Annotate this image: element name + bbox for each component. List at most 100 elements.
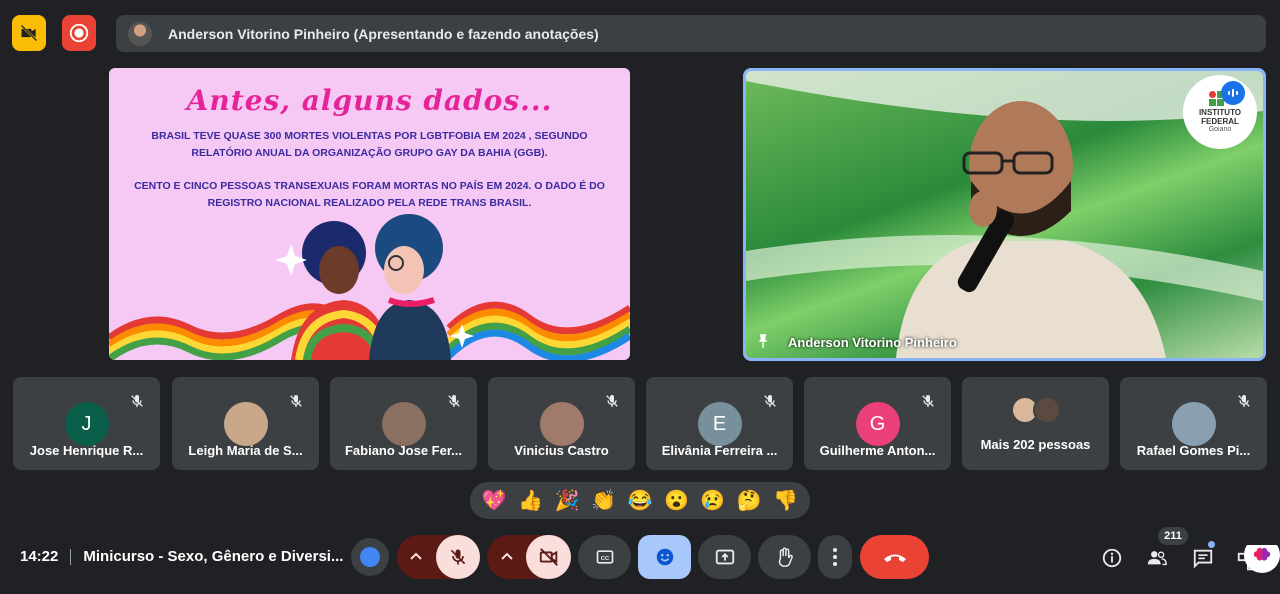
presenter-bar: Anderson Vitorino Pinheiro (Apresentando… — [116, 15, 1266, 52]
meeting-title: Minicurso - Sexo, Gênero e Diversi... — [83, 548, 344, 565]
chat-button[interactable] — [1190, 541, 1216, 571]
participant-tile[interactable]: E Elivânia Ferreira ... — [646, 377, 793, 470]
raise-hand-button[interactable] — [758, 535, 811, 579]
present-icon — [715, 549, 734, 565]
institute-logo: INSTITUTO FEDERAL Goiano — [1183, 75, 1257, 149]
video-options-button[interactable] — [487, 535, 526, 579]
mic-off-icon — [131, 395, 143, 407]
avatar — [1032, 396, 1061, 424]
presenter-avatar — [128, 21, 152, 46]
people-icon — [1147, 551, 1167, 566]
people-button[interactable] — [1144, 545, 1170, 571]
reaction-thinking[interactable]: 🤔 — [734, 488, 764, 513]
brain-icon — [1253, 547, 1271, 561]
svg-text:CC: CC — [600, 556, 609, 562]
reaction-sad[interactable]: 😢 — [698, 488, 728, 513]
participant-tile[interactable]: Fabiano Jose Fer... — [330, 377, 477, 470]
presenter-status-text: Anderson Vitorino Pinheiro (Apresentando… — [168, 25, 599, 42]
participant-mic-status — [443, 390, 465, 412]
participant-avatar — [1171, 402, 1216, 446]
pin-icon[interactable] — [754, 332, 772, 350]
presentation-slide: Antes, alguns dados... BRASIL TEVE QUASE… — [109, 68, 630, 360]
slide-illustration — [109, 214, 630, 360]
emoji-icon — [656, 548, 673, 566]
meeting-info: 14:22 Minicurso - Sexo, Gênero e Diversi… — [20, 548, 343, 565]
leave-call-button[interactable] — [860, 535, 929, 579]
mic-off-icon — [448, 395, 460, 407]
more-options-button[interactable] — [818, 535, 852, 579]
activities-button[interactable] — [1236, 545, 1280, 579]
mic-off-icon — [450, 549, 466, 565]
reactions-button[interactable] — [638, 535, 691, 579]
participant-name: Vinicius Castro — [514, 443, 609, 458]
logo-line-2: FEDERAL — [1201, 116, 1239, 126]
logo-line-1: INSTITUTO — [1198, 107, 1242, 117]
reactions-bar: 💖 👍 🎉 👏 😂 😮 😢 🤔 👎 — [470, 482, 810, 519]
participant-name: Leigh Maria de S... — [188, 443, 303, 458]
present-button[interactable] — [698, 535, 751, 579]
participant-mic-status — [917, 390, 939, 412]
captions-icon: CC — [596, 550, 613, 564]
divider — [70, 548, 72, 565]
self-avatar — [360, 547, 380, 567]
hand-icon — [778, 547, 793, 567]
mic-off-icon — [290, 395, 302, 407]
recording-button[interactable] — [62, 15, 96, 51]
participant-tile[interactable]: Rafael Gomes Pi... — [1120, 377, 1267, 470]
slide-title: Antes, alguns dados... — [186, 84, 553, 117]
reaction-clapping[interactable]: 👏 — [589, 488, 619, 513]
info-icon — [1102, 548, 1122, 568]
participant-name: Guilherme Anton... — [819, 443, 936, 458]
self-view-button[interactable] — [350, 535, 390, 579]
participant-name: Fabiano Jose Fer... — [344, 443, 463, 458]
speaking-indicator — [1221, 81, 1245, 105]
speaker-name: Anderson Vitorino Pinheiro — [788, 335, 957, 350]
people-count-badge: 211 — [1158, 527, 1188, 545]
participant-name: Elivânia Ferreira ... — [661, 443, 778, 458]
participant-tile[interactable]: J Jose Henrique R... — [13, 377, 160, 470]
meeting-time: 14:22 — [20, 548, 59, 565]
participant-name: Mais 202 pessoas — [980, 437, 1091, 452]
self-view-circle — [351, 538, 389, 576]
camera-toggle-button[interactable] — [526, 535, 571, 579]
reaction-laughing[interactable]: 😂 — [625, 488, 655, 513]
reaction-sparkling-heart[interactable]: 💖 — [479, 488, 509, 513]
chat-icon — [1193, 549, 1213, 569]
participant-mic-status — [1233, 390, 1255, 412]
participant-avatar — [1006, 395, 1066, 425]
reaction-thumbs-up[interactable]: 👍 — [516, 488, 546, 513]
participant-avatar — [223, 402, 268, 446]
chevron-up-icon — [500, 552, 513, 560]
mic-toggle-button[interactable] — [435, 535, 480, 579]
participant-tile[interactable]: Mais 202 pessoas — [962, 377, 1109, 470]
participant-avatar: J — [64, 402, 109, 446]
chevron-up-icon — [410, 552, 423, 560]
reaction-thumbs-down[interactable]: 👎 — [771, 488, 801, 513]
camera-off-icon — [20, 24, 38, 42]
participant-tile[interactable]: G Guilherme Anton... — [804, 377, 951, 470]
participant-name: Rafael Gomes Pi... — [1136, 443, 1251, 458]
mic-control-group — [397, 535, 480, 579]
record-icon — [69, 23, 89, 43]
video-off-icon — [539, 548, 558, 566]
participant-tile[interactable]: Leigh Maria de S... — [172, 377, 319, 470]
speaker-video-tile[interactable]: INSTITUTO FEDERAL Goiano Anderson Vitori… — [743, 68, 1266, 361]
participant-mic-status — [759, 390, 781, 412]
participant-mic-status — [126, 390, 148, 412]
reaction-party-popper[interactable]: 🎉 — [552, 488, 582, 513]
audio-options-button[interactable] — [397, 535, 436, 579]
reaction-surprised[interactable]: 😮 — [661, 488, 691, 513]
camera-control-group — [487, 535, 571, 579]
slide-p2-line1: CENTO E CINCO PESSOAS TRANSEXUAIS FORAM … — [134, 180, 605, 192]
participant-tile[interactable]: Vinicius Castro — [488, 377, 635, 470]
slide-p1-line1: BRASIL TEVE QUASE 300 MORTES VIOLENTAS P… — [151, 130, 588, 142]
more-icon — [833, 548, 837, 566]
meeting-details-button[interactable] — [1099, 545, 1125, 571]
camera-off-indicator-button[interactable] — [12, 15, 46, 51]
participant-mic-status — [601, 390, 623, 412]
mic-off-icon — [606, 395, 618, 407]
participant-mic-status — [285, 390, 307, 412]
audio-level-icon — [1228, 89, 1238, 97]
captions-button[interactable]: CC — [578, 535, 631, 579]
slide-paragraph-1: BRASIL TEVE QUASE 300 MORTES VIOLENTAS P… — [129, 128, 610, 162]
